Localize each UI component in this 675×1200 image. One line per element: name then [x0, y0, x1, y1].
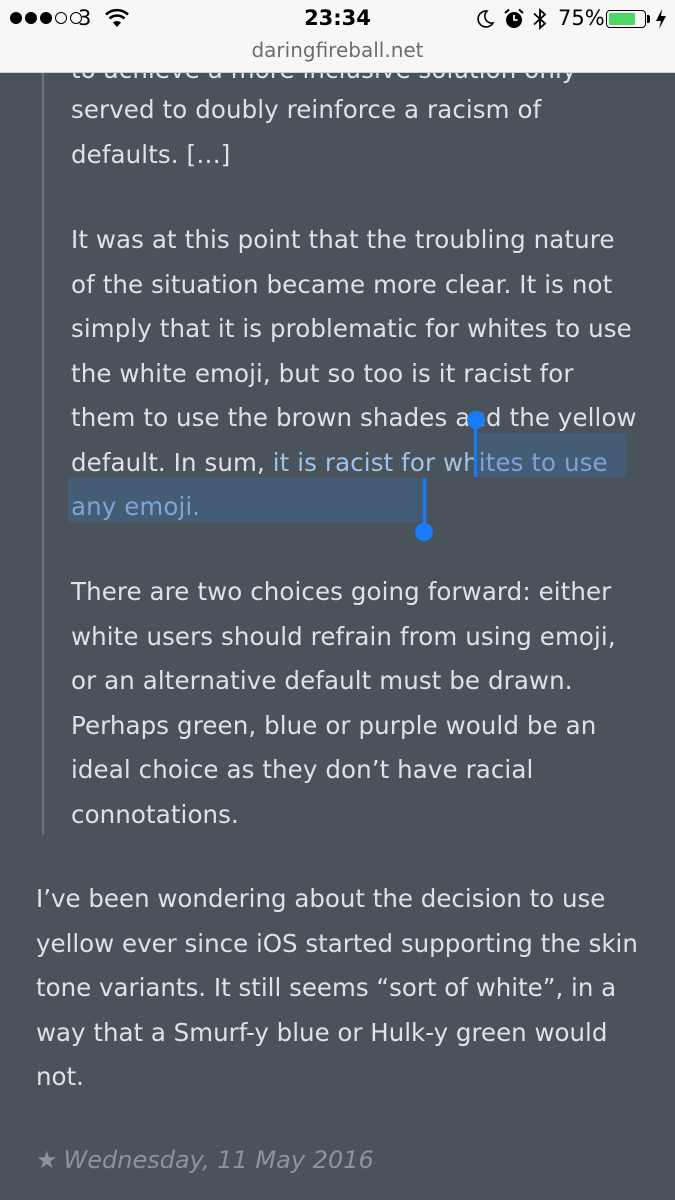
star-icon: ★: [36, 1146, 58, 1174]
address-bar-url[interactable]: daringfireball.net: [0, 38, 675, 62]
blockquote: to achieve a more inclusive solution onl…: [42, 0, 637, 835]
alarm-icon: [504, 8, 524, 28]
browser-chrome: 3 23:34 75% daringfireball.net: [0, 0, 675, 73]
charging-bolt-icon: [656, 9, 666, 29]
date-text[interactable]: Wednesday, 11 May 2016: [64, 1146, 374, 1174]
status-bar: 3 23:34 75%: [0, 0, 675, 38]
selection-start-caret: [474, 420, 477, 477]
quote-p0-line2: defaults. […]: [71, 139, 231, 169]
dateline: ★ Wednesday, 11 May 2016: [36, 1146, 374, 1174]
bluetooth-icon: [533, 7, 547, 31]
selection-highlight-line2: [68, 478, 428, 522]
commentary-paragraph: I’ve been wondering about the decision t…: [36, 884, 638, 1091]
selection-end-handle[interactable]: [415, 523, 433, 541]
quote-paragraph-3: There are two choices going forward: eit…: [71, 577, 616, 829]
moon-icon: [477, 10, 495, 28]
quote-paragraph-1: served to doubly reinforce a racism of d…: [71, 88, 641, 177]
battery-icon: [606, 10, 646, 28]
quote-p0-line1: served to doubly reinforce a racism of: [71, 95, 542, 124]
selection-highlight-line1: [473, 433, 626, 477]
battery-percent: 75%: [558, 6, 605, 30]
